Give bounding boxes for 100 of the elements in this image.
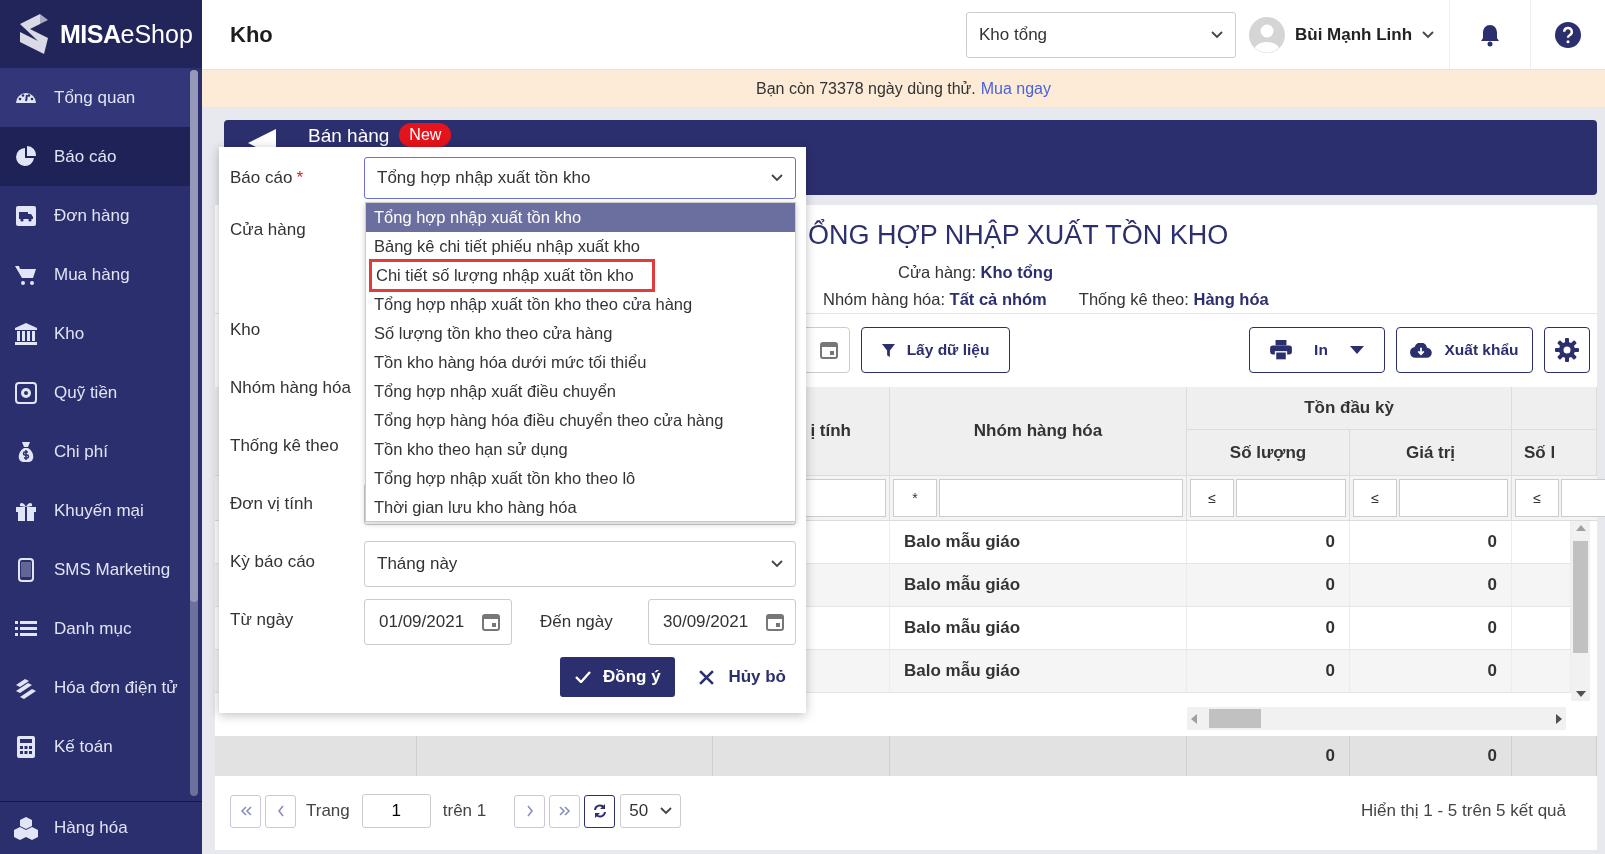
logo-text: MISAeShop: [60, 19, 193, 49]
vertical-scrollbar[interactable]: [1571, 521, 1590, 701]
chevron-down-icon: [771, 560, 783, 568]
horizontal-scrollbar[interactable]: [1187, 707, 1566, 730]
calculator-icon: [14, 734, 38, 759]
scrollbar-thumb[interactable]: [190, 70, 198, 602]
operator-button[interactable]: ≤: [1353, 479, 1397, 517]
sidebar-item[interactable]: Danh mục: [0, 599, 190, 658]
operator-button[interactable]: *: [893, 479, 937, 517]
report-select[interactable]: Tổng hợp nhập xuất tồn kho: [364, 157, 796, 199]
calendar-icon[interactable]: [819, 340, 839, 360]
agree-button[interactable]: Đồng ý: [560, 657, 676, 697]
scroll-up-icon[interactable]: [1575, 525, 1586, 531]
dropdown-option[interactable]: Thời gian lưu kho hàng hóa: [366, 493, 795, 522]
filter-input[interactable]: [939, 479, 1183, 517]
field-label: Đến ngày: [539, 611, 614, 633]
report-filter: Nhóm hàng hóa: Tất cả nhóm: [823, 289, 1047, 310]
dropdown-option[interactable]: Tổng hợp nhập xuất tồn kho theo cửa hàng: [366, 290, 795, 319]
module-title[interactable]: Bán hàng: [308, 125, 390, 147]
sidebar-item[interactable]: Chi phí: [0, 422, 190, 481]
total-cell: 0: [1350, 736, 1512, 776]
calendar-icon[interactable]: [765, 612, 785, 632]
sidebar-item[interactable]: Hóa đơn điện tử: [0, 658, 190, 717]
dropdown-option[interactable]: Chi tiết số lượng nhập xuất tồn kho: [366, 261, 795, 290]
trial-notice: Bạn còn 73378 ngày dùng thử.: [755, 79, 976, 98]
required-mark: *: [296, 168, 303, 188]
safe-icon: [14, 380, 38, 405]
help-icon[interactable]: [1555, 21, 1581, 48]
field-label: Thống kê theo: [230, 435, 340, 457]
buy-now-link[interactable]: Mua ngay: [980, 79, 1051, 98]
sidebar-item[interactable]: Kho: [0, 304, 190, 363]
report-filter: Cửa hàng: Kho tổng: [898, 262, 1053, 283]
table-cell: 0: [1350, 521, 1512, 563]
date-field[interactable]: 30/09/2021: [648, 599, 796, 645]
sidebar-item[interactable]: Báo cáo: [0, 127, 190, 186]
filter-input[interactable]: [1236, 479, 1346, 517]
table-cell: Balo mẫu giáo: [890, 564, 1187, 606]
page-label: Trang: [306, 801, 350, 821]
settings-button[interactable]: [1544, 327, 1590, 373]
cubes-icon: [14, 816, 38, 840]
table-cell: Balo mẫu giáo: [890, 650, 1187, 692]
sidebar-item[interactable]: Hàng hóa: [0, 801, 202, 854]
field-label: Nhóm hàng hóa: [230, 377, 352, 399]
scrollbar-thumb[interactable]: [1209, 709, 1261, 728]
first-page-button[interactable]: [230, 794, 261, 828]
caret-down-icon: [1349, 346, 1364, 354]
check-icon: [575, 671, 592, 683]
table-cell: 0: [1350, 607, 1512, 649]
scroll-left-icon[interactable]: [1191, 713, 1197, 724]
total-cell: 0: [1187, 736, 1350, 776]
table-cell: 0: [1187, 564, 1350, 606]
next-page-button[interactable]: [514, 794, 546, 828]
sidebar-item[interactable]: Đơn hàng: [0, 186, 190, 245]
dropdown-option[interactable]: Số lượng tồn kho theo cửa hàng: [366, 319, 795, 348]
dropdown-option[interactable]: Tổng hợp nhập xuất tồn kho: [366, 203, 795, 232]
store-select[interactable]: Kho tổng: [966, 11, 1236, 58]
page-size-select[interactable]: 50: [620, 794, 682, 828]
date-field[interactable]: 01/09/2021: [364, 599, 512, 645]
refresh-button[interactable]: [584, 794, 616, 828]
table-cell: Balo mẫu giáo: [890, 521, 1187, 563]
fetch-data-button[interactable]: Lấy dữ liệu: [861, 327, 1010, 373]
previous-page-button[interactable]: [265, 794, 296, 828]
dropdown-option[interactable]: Bảng kê chi tiết phiếu nhập xuất kho: [366, 232, 795, 261]
double-chevron-right-icon: [558, 806, 571, 816]
sidebar-item[interactable]: Quỹ tiền: [0, 363, 190, 422]
field-label: Cửa hàng: [230, 219, 307, 241]
pie-chart-icon: [14, 144, 38, 169]
sidebar-item[interactable]: Kế toán: [0, 717, 190, 776]
sidebar-item[interactable]: SMS Marketing: [0, 540, 190, 599]
bell-icon[interactable]: [1478, 22, 1502, 47]
field-label: Đơn vị tính: [230, 493, 314, 515]
page-input[interactable]: 1: [361, 794, 431, 828]
scrollbar-thumb[interactable]: [1573, 541, 1588, 653]
calendar-icon[interactable]: [481, 612, 501, 632]
report-select[interactable]: Tháng này: [364, 541, 796, 587]
sidebar-item[interactable]: Mua hàng: [0, 245, 190, 304]
export-button[interactable]: Xuất khẩu: [1396, 327, 1533, 373]
report-title: ỔNG HỢP NHẬP XUẤT TỒN KHO: [808, 219, 1230, 251]
filter-icon: [881, 343, 895, 357]
print-button[interactable]: In: [1249, 327, 1385, 373]
truck-icon: [14, 203, 38, 228]
cancel-button[interactable]: Hủy bỏ: [695, 657, 790, 697]
cloud-download-icon: [1410, 342, 1433, 358]
operator-button[interactable]: ≤: [1515, 479, 1559, 517]
field-label: Báo cáo: [230, 168, 293, 188]
bank-icon: [14, 321, 38, 346]
sidebar-item[interactable]: Khuyến mại: [0, 481, 190, 540]
operator-button[interactable]: ≤: [1190, 479, 1234, 517]
sidebar-item[interactable]: Tổng quan: [0, 68, 190, 127]
scroll-down-icon[interactable]: [1575, 691, 1586, 697]
scroll-right-icon[interactable]: [1556, 713, 1562, 724]
table-cell: 0: [1187, 521, 1350, 563]
double-chevron-left-icon: [239, 806, 252, 816]
column-group-header: Tồn đầu kỳ: [1187, 387, 1512, 430]
settings-icon: [1555, 338, 1579, 362]
dropdown-option[interactable]: Tồn kho hàng hóa dưới mức tối thiểu: [366, 348, 795, 377]
chevron-left-icon: [276, 805, 285, 817]
avatar-icon[interactable]: [1249, 16, 1285, 53]
filter-input[interactable]: [1399, 479, 1508, 517]
user-name[interactable]: Bùi Mạnh Linh: [1295, 24, 1413, 45]
